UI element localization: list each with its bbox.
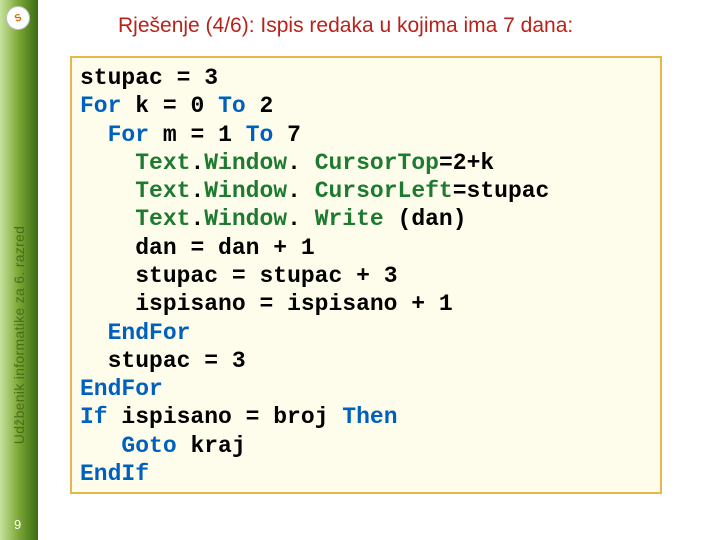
logo-badge: S	[6, 6, 30, 30]
slide-title: Rješenje (4/6): Ispis redaka u kojima im…	[118, 14, 573, 38]
page-number: 9	[14, 517, 21, 532]
code-listing: stupac = 3 For k = 0 To 2 For m = 1 To 7…	[80, 64, 652, 488]
rail-label: Udžbenik informatike za 6. razred	[11, 226, 27, 444]
logo-icon: S	[13, 12, 23, 25]
left-rail: S Udžbenik informatike za 6. razred 9	[0, 0, 38, 540]
code-box: stupac = 3 For k = 0 To 2 For m = 1 To 7…	[70, 56, 662, 494]
